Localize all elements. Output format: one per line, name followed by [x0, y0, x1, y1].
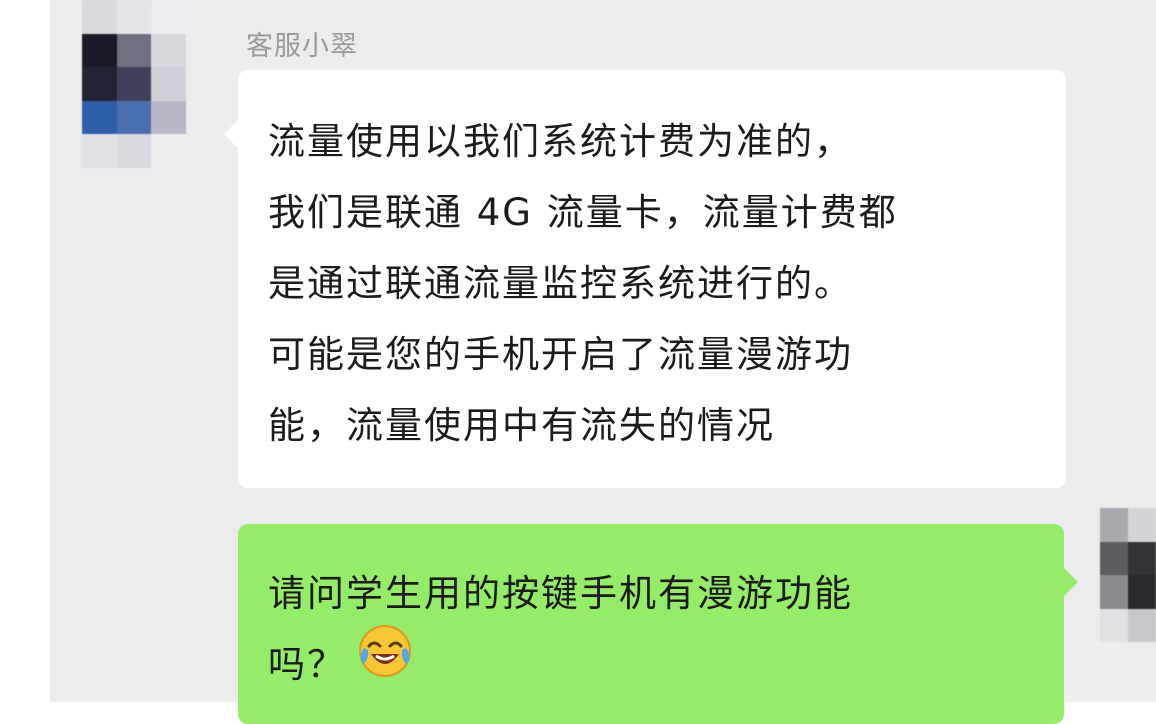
avatar-pixel	[1100, 575, 1128, 609]
avatar-pixel	[1128, 508, 1156, 542]
avatar-pixel	[82, 33, 117, 68]
user-avatar[interactable]	[1100, 508, 1156, 642]
message-line: 流量使用以我们系统计费为准的，	[268, 120, 853, 163]
avatar-pixel	[1100, 608, 1128, 642]
sender-name: 客服小翠	[246, 31, 358, 62]
avatar-pixel	[151, 134, 186, 168]
avatar-pixel	[1128, 608, 1156, 642]
avatar-pixel	[116, 67, 152, 101]
avatar-pixel	[116, 134, 152, 168]
avatar-pixel	[82, 0, 117, 34]
avatar-pixel	[82, 100, 117, 135]
message-line: 能，流量使用中有流失的情况	[268, 404, 775, 447]
avatar-pixel	[151, 0, 186, 34]
avatar-pixel	[151, 67, 186, 101]
message-line: 是通过联通流量监控系统进行的。	[268, 262, 853, 305]
message-line: 吗？	[268, 643, 346, 686]
avatar-pixel	[116, 0, 152, 34]
avatar-pixel	[116, 100, 152, 135]
avatar-pixel	[1100, 508, 1128, 542]
outgoing-message-bubble[interactable]: 请问学生用的按键手机有漫游功能 吗？	[238, 524, 1078, 724]
avatar-pixel	[151, 33, 186, 68]
avatar-pixel	[1128, 541, 1156, 575]
avatar-pixel	[82, 67, 117, 101]
incoming-message-bubble[interactable]: 流量使用以我们系统计费为准的， 我们是联通 4G 流量卡，流量计费都 是通过联通…	[224, 70, 1066, 488]
avatar-pixel	[151, 100, 186, 135]
crying-laughing-face-icon	[356, 622, 414, 703]
avatar-pixel	[1100, 541, 1128, 575]
message-line: 请问学生用的按键手机有漫游功能	[268, 572, 853, 615]
agent-avatar[interactable]	[82, 0, 186, 168]
message-line-with-emoji: 吗？	[268, 625, 1044, 703]
message-line: 我们是联通 4G 流量卡，流量计费都	[268, 191, 898, 234]
avatar-pixel	[1128, 575, 1156, 609]
avatar-pixel	[82, 134, 117, 168]
avatar-pixel	[116, 33, 152, 68]
message-line: 可能是您的手机开启了流量漫游功	[268, 333, 853, 376]
